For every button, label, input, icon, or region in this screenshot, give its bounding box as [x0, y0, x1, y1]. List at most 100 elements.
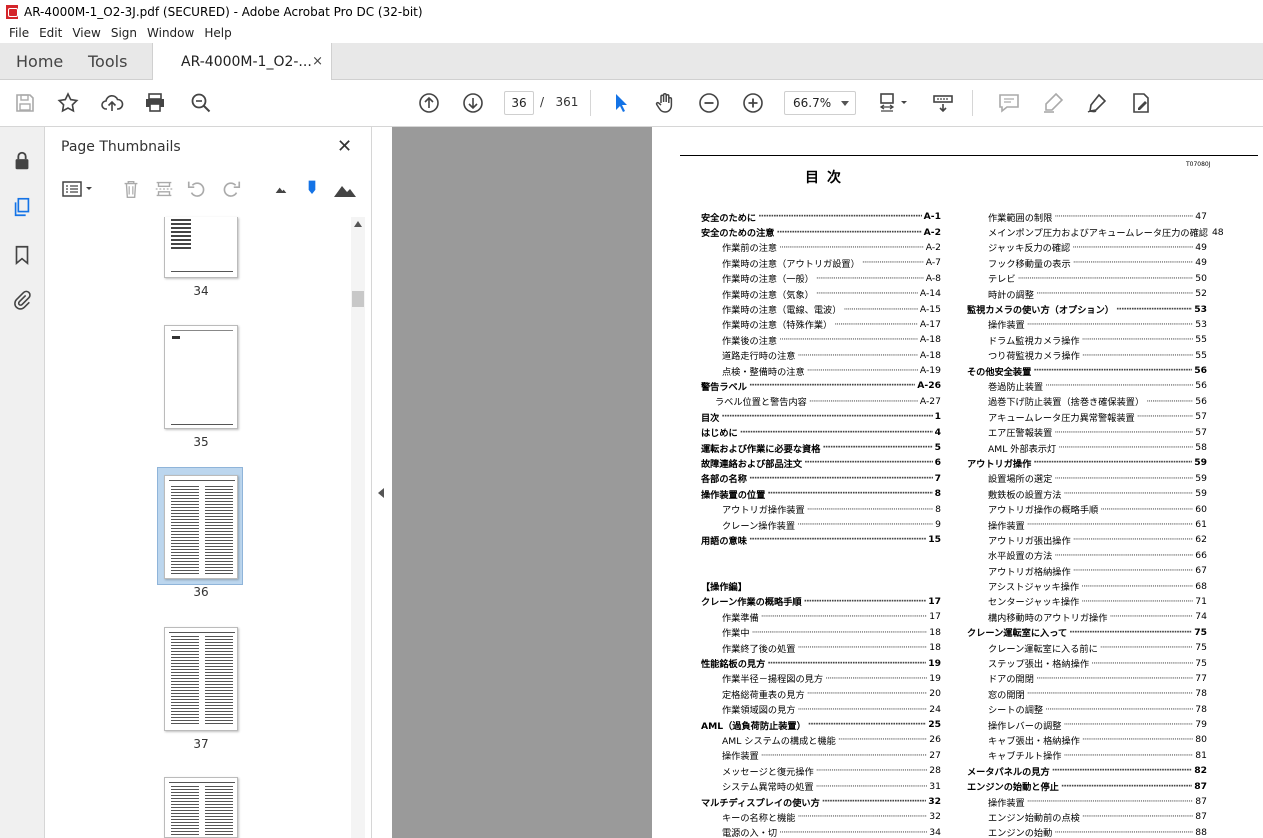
toc-entry[interactable]: アウトリガ張出操作 62: [967, 532, 1207, 547]
toc-entry[interactable]: 窓の開閉 78: [967, 686, 1207, 701]
zoom-level-select[interactable]: 66.7%: [784, 91, 856, 115]
toc-entry[interactable]: 設置場所の選定 59: [967, 471, 1207, 486]
zoom-in-icon[interactable]: [740, 90, 766, 116]
toc-entry[interactable]: 目次 1: [701, 409, 941, 424]
toc-entry[interactable]: メインポンプ圧力およびアキュームレータ圧力の確認 48: [967, 224, 1224, 240]
page-thumbnails-icon[interactable]: [10, 195, 34, 219]
toc-entry[interactable]: 作業範囲の制限 47: [967, 209, 1207, 224]
tab-home[interactable]: Home: [16, 43, 63, 80]
previous-page-icon[interactable]: [416, 90, 442, 116]
toc-entry[interactable]: 電源の入・切 34: [701, 825, 941, 838]
toc-entry[interactable]: 操作装置 27: [701, 748, 941, 763]
toc-entry[interactable]: キャブ張出・格納操作 80: [967, 732, 1207, 747]
toc-entry[interactable]: 作業準備 17: [701, 609, 941, 624]
toc-entry[interactable]: 安全のために A-1: [701, 209, 941, 224]
select-cursor-icon[interactable]: [608, 90, 634, 116]
toc-entry[interactable]: はじめに 4: [701, 424, 941, 440]
toc-entry[interactable]: メッセージと復元操作 28: [701, 763, 941, 778]
highlight-pen-icon[interactable]: [1040, 90, 1066, 116]
toc-entry[interactable]: ステップ張出・格納操作 75: [967, 655, 1207, 671]
delete-page-icon[interactable]: [119, 177, 143, 201]
upload-cloud-icon[interactable]: [99, 90, 125, 116]
thumbnail-page-next[interactable]: [164, 777, 238, 838]
toc-entry[interactable]: キャブチルト操作 81: [967, 748, 1207, 763]
page-number-input[interactable]: 36: [504, 91, 534, 115]
toc-entry[interactable]: アキュームレータ圧力異常警報装置 57: [967, 409, 1207, 424]
toc-entry[interactable]: 用語の意味 15: [701, 532, 941, 547]
toc-entry[interactable]: 時計の調整 52: [967, 286, 1207, 301]
rotate-clockwise-icon[interactable]: [219, 177, 243, 201]
sign-pen-icon[interactable]: [1084, 90, 1110, 116]
toc-entry[interactable]: 作業時の注意（アウトリガ設置） A-7: [701, 255, 941, 270]
rotate-counterclockwise-icon[interactable]: [185, 177, 209, 201]
menu-help[interactable]: Help: [199, 26, 236, 40]
toc-entry[interactable]: その他安全装置 56: [967, 363, 1207, 378]
toc-entry[interactable]: 定格総荷重表の見方 20: [701, 686, 941, 701]
fill-sign-icon[interactable]: [1128, 90, 1154, 116]
toc-entry[interactable]: エンジンの始動 88: [967, 825, 1207, 838]
toc-entry[interactable]: 敷鉄板の設置方法 59: [967, 486, 1207, 501]
toc-entry[interactable]: 運転および作業に必要な資格 5: [701, 440, 941, 455]
toc-entry[interactable]: マルチディスプレイの使い方 32: [701, 794, 941, 809]
toc-entry[interactable]: アシストジャッキ操作 68: [967, 578, 1207, 594]
toc-entry[interactable]: システム異常時の処置 31: [701, 778, 941, 794]
toc-entry[interactable]: 構内移動時のアウトリガ操作 74: [967, 609, 1207, 624]
toc-entry[interactable]: 作業時の注意（一般） A-8: [701, 271, 941, 286]
toc-entry[interactable]: 【操作編】: [701, 578, 941, 593]
zoom-out-icon[interactable]: [696, 90, 722, 116]
scrollbar-thumb[interactable]: [352, 291, 364, 307]
toc-entry[interactable]: 道路走行時の注意 A-18: [701, 348, 941, 363]
toc-entry[interactable]: 性能銘板の見方 19: [701, 655, 941, 671]
thumbnail-page-36[interactable]: 36: [164, 475, 238, 599]
toc-entry[interactable]: ドラム監視カメラ操作 55: [967, 332, 1207, 347]
toc-entry[interactable]: 故障連絡および部品注文 6: [701, 455, 941, 470]
toc-entry[interactable]: 操作装置 53: [967, 317, 1207, 332]
toc-entry[interactable]: シートの調整 78: [967, 702, 1207, 717]
extract-page-icon[interactable]: [152, 177, 176, 201]
toc-entry[interactable]: 操作装置 87: [967, 794, 1207, 809]
toc-entry[interactable]: 作業時の注意（特殊作業） A-17: [701, 317, 941, 332]
comment-icon[interactable]: [996, 90, 1022, 116]
toc-entry[interactable]: 作業半径－揚程図の見方 19: [701, 671, 941, 686]
toc-entry[interactable]: 過巻下げ防止装置（捨巻き確保装置） 56: [967, 394, 1207, 409]
toc-entry[interactable]: エンジンの始動と停止 87: [967, 778, 1207, 794]
thumbnail-scrollbar[interactable]: [351, 217, 365, 838]
toc-entry[interactable]: アウトリガ格納操作 67: [967, 563, 1207, 578]
save-icon[interactable]: [12, 90, 38, 116]
thumbnail-page-34[interactable]: 34: [164, 217, 238, 298]
menu-view[interactable]: View: [67, 26, 105, 40]
toc-entry[interactable]: ジャッキ反力の確認 49: [967, 240, 1207, 255]
toc-entry[interactable]: アウトリガ操作 59: [967, 455, 1207, 470]
toc-entry[interactable]: つり荷監視カメラ操作 55: [967, 348, 1207, 363]
thumbnail-size-slider-icon[interactable]: [300, 177, 324, 201]
menu-file[interactable]: File: [4, 26, 34, 40]
toc-entry[interactable]: 作業前の注意 A-2: [701, 240, 941, 255]
scroll-mode-icon[interactable]: [930, 90, 956, 116]
tab-tools[interactable]: Tools: [88, 43, 127, 80]
toc-entry[interactable]: AML 外部表示灯 58: [967, 440, 1207, 455]
toc-entry[interactable]: クレーン操作装置 9: [701, 517, 941, 532]
menu-window[interactable]: Window: [142, 26, 199, 40]
options-menu-icon[interactable]: [61, 177, 97, 201]
scroll-up-arrow-icon[interactable]: [354, 221, 362, 227]
toc-entry[interactable]: AML（過負荷防止装置） 25: [701, 717, 941, 732]
menu-edit[interactable]: Edit: [34, 26, 67, 40]
toc-entry[interactable]: 操作装置 61: [967, 517, 1207, 532]
bookmark-star-icon[interactable]: [55, 90, 81, 116]
panel-collapse-handle[interactable]: [372, 127, 392, 838]
tab-close-icon[interactable]: ×: [312, 54, 323, 69]
thumbnail-page-37[interactable]: 37: [164, 627, 238, 751]
toc-entry[interactable]: 作業後の注意 A-18: [701, 332, 941, 347]
toc-entry[interactable]: アウトリガ操作装置 8: [701, 501, 941, 517]
toc-entry[interactable]: 各部の名称 7: [701, 471, 941, 486]
toc-entry[interactable]: 操作装置の位置 8: [701, 486, 941, 501]
toc-entry[interactable]: ラベル位置と警告内容 A-27: [701, 394, 941, 409]
toc-entry[interactable]: 作業時の注意（電線、電波） A-15: [701, 301, 941, 317]
toc-entry[interactable]: キーの名称と機能 32: [701, 809, 941, 824]
hand-tool-icon[interactable]: [652, 90, 678, 116]
collapse-arrow-icon[interactable]: [378, 488, 384, 498]
toc-entry[interactable]: 警告ラベル A-26: [701, 378, 941, 393]
toc-entry[interactable]: 作業終了後の処置 18: [701, 640, 941, 655]
page-fit-icon[interactable]: [874, 90, 914, 116]
thumbnail-page-35[interactable]: 35: [164, 325, 238, 449]
